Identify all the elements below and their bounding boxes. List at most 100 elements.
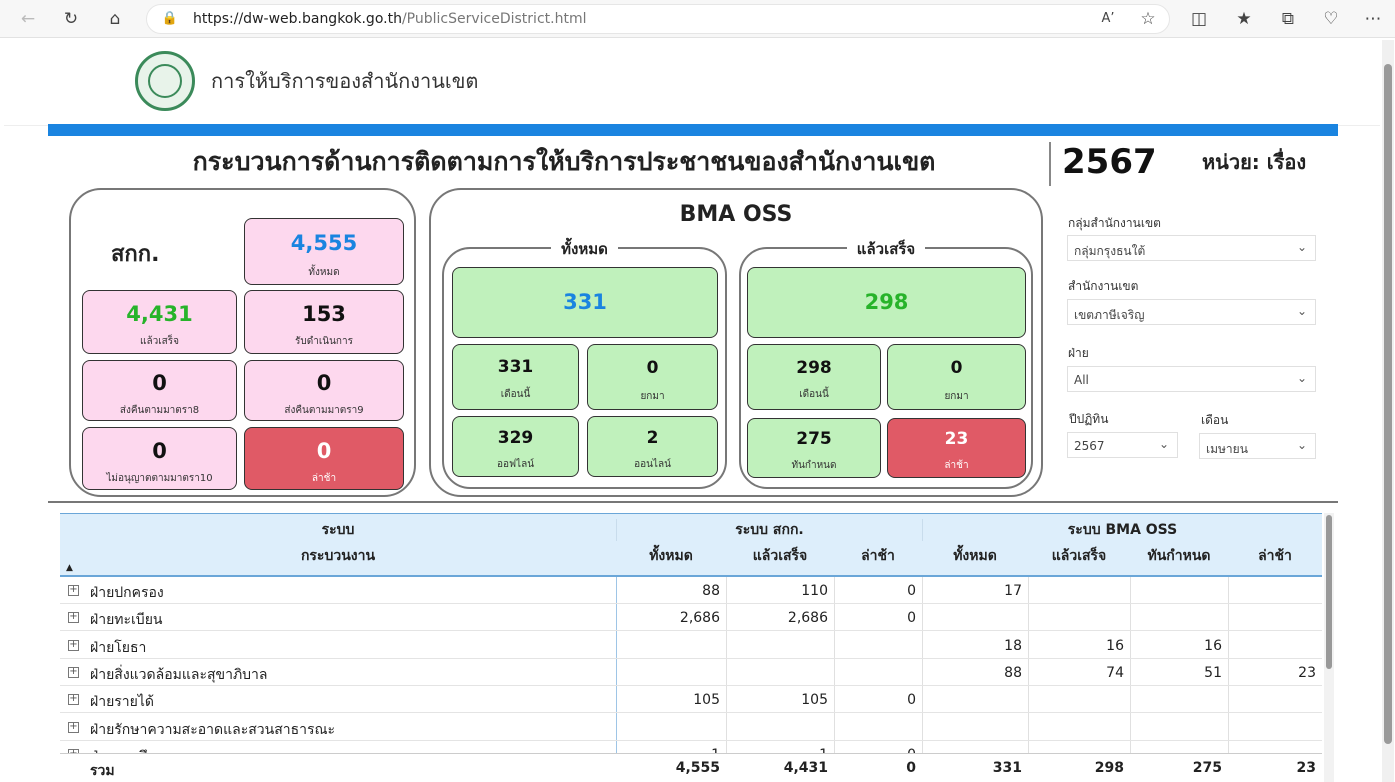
- address-bar[interactable]: 🔒 https://dw-web.bangkok.go.th/PublicSer…: [146, 4, 1170, 34]
- header-group-skk: ระบบ สกก.: [616, 519, 922, 541]
- skk-tile-late[interactable]: 0 ล่าช้า: [244, 427, 404, 490]
- oss-all-total-value: 331: [563, 290, 607, 314]
- district-select[interactable]: เขตภาษีเจริญ ⌄: [1067, 299, 1316, 325]
- oss-done-carried-value: 0: [950, 358, 963, 378]
- district-group-select[interactable]: กลุ่มกรุงธนใต้ ⌄: [1067, 235, 1316, 261]
- header-oss-on-time[interactable]: ทันกำหนด: [1130, 545, 1228, 567]
- header-oss-done[interactable]: แล้วเสร็จ: [1028, 545, 1130, 567]
- skk-return-s8-value: 0: [152, 371, 167, 395]
- header-skk-done[interactable]: แล้วเสร็จ: [726, 545, 834, 567]
- section-divider: [48, 501, 1338, 503]
- home-icon[interactable]: ⌂: [104, 8, 126, 30]
- skk-in-progress-value: 153: [302, 302, 346, 326]
- skk-tile-not-allowed-s10[interactable]: 0 ไม่อนุญาตตามมาตรา10: [82, 427, 237, 490]
- favorites-icon[interactable]: ★: [1233, 8, 1255, 30]
- browser-essentials-icon[interactable]: ♡: [1320, 8, 1342, 30]
- lock-icon[interactable]: 🔒: [159, 8, 181, 30]
- skk-return-s9-value: 0: [316, 371, 332, 395]
- header-skk-total[interactable]: ทั้งหมด: [616, 545, 726, 567]
- oss-all-carried-label: ยกมา: [640, 391, 665, 402]
- expand-plus-icon[interactable]: +: [68, 585, 79, 596]
- oss-done-title: แล้วเสร็จ: [846, 240, 926, 258]
- read-aloud-icon[interactable]: A’: [1097, 8, 1119, 30]
- table-row[interactable]: + ฝ่ายสิ่งแวดล้อมและสุขาภิบาล 88 74 51 23: [60, 659, 1322, 686]
- total-label: รวม: [90, 763, 115, 779]
- row-process-name: ฝ่ายรักษาความสะอาดและสวนสาธารณะ: [90, 721, 336, 738]
- skk-late-value: 0: [316, 439, 332, 463]
- oss-all-offline-tile[interactable]: 329 ออฟไลน์: [452, 416, 579, 477]
- cell-oss-late: 23: [1298, 664, 1316, 681]
- favorite-star-icon[interactable]: ☆: [1137, 8, 1159, 30]
- sort-ascending-icon[interactable]: ▲: [66, 563, 73, 573]
- oss-done-total-tile[interactable]: 298: [747, 267, 1026, 338]
- oss-done-this-month-tile[interactable]: 298 เดือนนี้: [747, 344, 881, 410]
- table-scrollbar[interactable]: [1324, 513, 1334, 782]
- refresh-icon[interactable]: ↻: [60, 8, 82, 30]
- bma-oss-panel: BMA OSS ทั้งหมด 331 331 เดือนนี้ 0 ยกมา …: [429, 188, 1043, 497]
- collections-icon[interactable]: ⧉: [1277, 8, 1299, 30]
- back-icon[interactable]: ←: [17, 8, 39, 30]
- oss-done-on-time-tile[interactable]: 275 ทันกำหนด: [747, 418, 881, 478]
- section-value: All: [1074, 373, 1089, 387]
- oss-done-panel: แล้วเสร็จ 298 298 เดือนนี้ 0 ยกมา 275 ทั…: [739, 240, 1033, 489]
- bma-logo: [135, 51, 195, 111]
- oss-all-total-tile[interactable]: 331: [452, 267, 718, 338]
- oss-done-on-time-label: ทันกำหนด: [791, 460, 837, 471]
- page-scrollbar[interactable]: [1382, 40, 1394, 782]
- table-row[interactable]: + ฝ่ายรักษาความสะอาดและสวนสาธารณะ: [60, 714, 1322, 741]
- calendar-year-value: 2567: [1074, 439, 1105, 453]
- cell-oss-done: 16: [1106, 637, 1124, 654]
- calendar-year-label: ปีปฏิทิน: [1069, 412, 1109, 426]
- expand-plus-icon[interactable]: +: [68, 612, 79, 624]
- oss-all-this-month-tile[interactable]: 331 เดือนนี้: [452, 344, 579, 410]
- cell-oss-total: 88: [1004, 664, 1022, 681]
- split-screen-icon[interactable]: ◫: [1188, 8, 1210, 30]
- header-skk-late[interactable]: ล่าช้า: [834, 545, 922, 567]
- oss-all-online-tile[interactable]: 2 ออนไลน์: [587, 416, 718, 477]
- table-row[interactable]: + ฝ่ายรายได้ 105 105 0: [60, 686, 1322, 714]
- total-skk-total: 4,555: [675, 760, 720, 776]
- skk-tile-in-progress[interactable]: 153 รับดำเนินการ: [244, 290, 404, 354]
- oss-all-carried-value: 0: [646, 358, 659, 378]
- url-text[interactable]: https://dw-web.bangkok.go.th/PublicServi…: [193, 11, 586, 27]
- header-process[interactable]: กระบวนงาน: [60, 545, 616, 567]
- chevron-down-icon: ⌄: [1296, 438, 1307, 452]
- table-row[interactable]: + ฝ่ายปกครอง 88 110 0 17: [60, 577, 1322, 604]
- skk-tile-total[interactable]: 4,555 ทั้งหมด: [244, 218, 404, 285]
- row-process-name: ฝ่ายสิ่งแวดล้อมและสุขาภิบาล: [90, 666, 268, 683]
- skk-tile-return-s8[interactable]: 0 ส่งคืนตามมาตรา8: [82, 360, 237, 421]
- expand-plus-icon[interactable]: +: [68, 721, 79, 733]
- month-label: เดือน: [1201, 413, 1229, 427]
- oss-done-late-value: 23: [944, 429, 969, 449]
- skk-tile-return-s9[interactable]: 0 ส่งคืนตามมาตรา9: [244, 360, 404, 421]
- skk-in-progress-label: รับดำเนินการ: [295, 336, 353, 347]
- expand-plus-icon[interactable]: +: [68, 666, 79, 678]
- oss-done-late-label: ล่าช้า: [944, 460, 969, 471]
- district-label: สำนักงานเขต: [1068, 279, 1139, 293]
- oss-all-offline-label: ออฟไลน์: [496, 459, 535, 470]
- skk-total-value: 4,555: [290, 231, 358, 255]
- oss-done-carried-tile[interactable]: 0 ยกมา: [887, 344, 1026, 410]
- expand-plus-icon[interactable]: +: [68, 694, 79, 706]
- table-row[interactable]: + ฝ่ายทะเบียน 2,686 2,686 0: [60, 604, 1322, 632]
- oss-done-carried-label: ยกมา: [944, 391, 969, 402]
- expand-plus-icon[interactable]: +: [68, 639, 79, 651]
- table-row[interactable]: + ฝ่ายโยธา 18 16 16: [60, 632, 1322, 659]
- skk-return-s8-label: ส่งคืนตามมาตรา8: [119, 405, 200, 416]
- title-divider: [1049, 142, 1051, 186]
- more-menu-icon[interactable]: ⋯: [1362, 8, 1384, 30]
- section-select[interactable]: All ⌄: [1067, 366, 1316, 392]
- oss-all-carried-tile[interactable]: 0 ยกมา: [587, 344, 718, 410]
- oss-done-late-tile[interactable]: 23 ล่าช้า: [887, 418, 1026, 478]
- calendar-year-select[interactable]: 2567 ⌄: [1067, 432, 1178, 458]
- oss-done-on-time-value: 275: [796, 429, 832, 449]
- cell-oss-on-time: 16: [1204, 637, 1222, 654]
- skk-tile-done[interactable]: 4,431 แล้วเสร็จ: [82, 290, 237, 354]
- unit-label: หน่วย: เรื่อง: [1202, 150, 1307, 174]
- header-oss-late[interactable]: ล่าช้า: [1228, 545, 1322, 567]
- oss-all-online-value: 2: [646, 428, 659, 448]
- month-select[interactable]: เมษายน ⌄: [1199, 433, 1316, 459]
- skk-panel: สกก. 4,555 ทั้งหมด 4,431 แล้วเสร็จ 153 ร…: [69, 188, 416, 497]
- header-oss-total[interactable]: ทั้งหมด: [922, 545, 1028, 567]
- total-oss-total: 331: [992, 760, 1022, 776]
